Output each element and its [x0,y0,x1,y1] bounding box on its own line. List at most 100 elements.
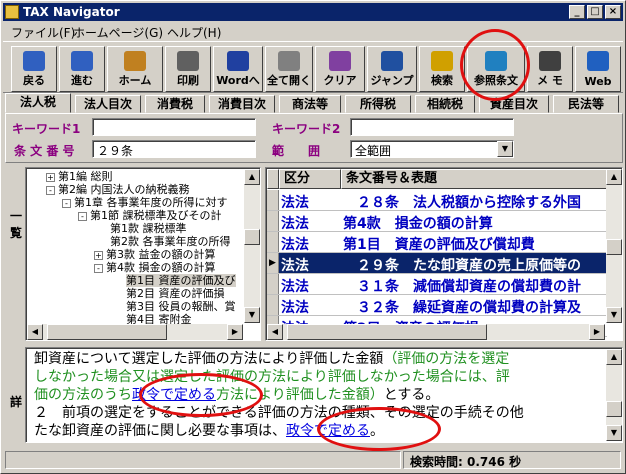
title-bar[interactable]: TAX Navigator _ □ × [3,3,623,21]
scroll-thumb[interactable] [244,229,260,245]
tab-8[interactable]: 資産目次 [479,95,549,113]
memo-icon [539,51,561,71]
grid-column-header[interactable]: 区分 [279,169,341,189]
tree-node[interactable]: 第1目 資産の評価及び [126,274,236,287]
menu-help[interactable]: ヘルプ(H) [167,24,221,41]
tree-node[interactable]: 第1款 課税標準 [110,222,187,235]
home-icon [124,51,146,71]
toolbar-button-printer[interactable]: 印刷 [165,46,211,92]
toolbar-button-web[interactable]: Web [575,46,621,92]
toolbar-button-word[interactable]: Wordへ [213,46,263,92]
search-time: 検索時間: 0.746 秒 [403,451,621,469]
cabinet-order-link[interactable]: 政令で定める [286,423,370,439]
search-panel: キーワード1 条 文 番 号 ２９条 キーワード2 範 囲 全範囲 ▼ [5,113,623,163]
scroll-thumb[interactable] [47,324,167,340]
toolbar-button-home[interactable]: ホーム [107,46,163,92]
toolbar-button-jump[interactable]: ジャンプ [367,46,417,92]
scroll-thumb[interactable] [606,239,622,255]
grid-column-header[interactable]: 条文番号＆表題 [341,169,607,189]
grid-cell-kind: 法法 [281,258,309,274]
grid-row[interactable]: ▶ 法法 ２９条 たな卸資産の売上原価等の [267,253,607,274]
grid-row[interactable]: 法法 第1目 資産の評価及び償却費 [267,232,607,253]
maximize-button[interactable]: □ [587,5,603,19]
scroll-up-icon[interactable]: ▲ [606,349,622,365]
menu-file[interactable]: ファイル(F) [11,24,75,41]
grid-row[interactable]: 法法 第4款 損金の額の計算 [267,211,607,232]
grid-vscrollbar[interactable]: ▲ ▼ [606,169,622,323]
collapse-icon[interactable]: - [78,211,87,221]
article-number-input[interactable]: ２９条 [92,140,256,158]
tree-node[interactable]: 第3目 役員の報酬、賞 [126,300,236,313]
toolbar-button-label: メ モ [537,74,563,87]
scroll-thumb[interactable] [606,401,622,417]
scroll-down-icon[interactable]: ▼ [244,307,260,323]
detail-text: 。 [370,423,384,439]
grid-hscrollbar[interactable]: ◀ ▶ [267,324,605,340]
tree-node[interactable]: 第2款 各事業年度の所得 [110,235,231,248]
menu-homepage[interactable]: ホームページ(G) [73,24,163,41]
collapse-icon[interactable]: - [94,263,103,273]
toolbar-button-clear[interactable]: クリア [315,46,365,92]
detail-note: 方法により評価した金額） [216,387,384,403]
range-select[interactable]: 全範囲 ▼ [350,140,514,158]
scroll-left-icon[interactable]: ◀ [267,324,283,340]
scroll-left-icon[interactable]: ◀ [27,324,43,340]
toolbar-button-search-key[interactable]: 検索 [419,46,465,92]
tab-6[interactable]: 所得税 [345,95,411,113]
expand-icon[interactable]: + [46,172,55,182]
search-key-icon [431,51,453,71]
grid-row[interactable]: 法法 ３２条 繰延資産の償却費の計算及 [267,295,607,316]
tree-node[interactable]: + 第3款 益金の額の計算 [94,248,216,261]
keyword2-input[interactable] [350,118,514,136]
tab-9[interactable]: 民法等 [553,95,619,113]
grid-cell-kind: 法法 [281,216,309,232]
toolbar-button-expand-all[interactable]: 全て開く [265,46,313,92]
scroll-right-icon[interactable]: ▶ [227,324,243,340]
scroll-up-icon[interactable]: ▲ [606,169,622,185]
toolbar-button-arrow-forward[interactable]: 進む [59,46,105,92]
tab-5[interactable]: 商法等 [279,95,341,113]
grid-row[interactable]: 法法 ２８条 法人税額から控除する外国 [267,190,607,211]
tab-4[interactable]: 消費目次 [209,95,275,113]
close-button[interactable]: × [605,5,621,19]
collapse-icon[interactable]: - [62,198,71,208]
toolbar-button-arrow-back[interactable]: 戻る [11,46,57,92]
tree-node-label: 第2款 各事業年度の所得 [110,235,231,248]
toolbar-button-label: 参照条文 [474,74,518,87]
scroll-down-icon[interactable]: ▼ [606,425,622,441]
detail-scrollbar[interactable]: ▲ ▼ [606,349,622,441]
tree-node[interactable]: - 第2編 内国法人の納税義務 [46,183,190,196]
toolbar-button-label: 印刷 [177,74,199,87]
keyword1-input[interactable] [92,118,256,136]
tree-node[interactable]: 第2目 資産の評価損 [126,287,225,300]
tab-3[interactable]: 消費税 [145,95,205,113]
tree-vscrollbar[interactable]: ▲ ▼ [244,169,260,323]
tree-node[interactable]: - 第1節 課税標準及びその計 [78,209,222,222]
arrow-back-icon [23,51,45,71]
row-indicator-icon: ▶ [267,253,279,273]
grid-cell-kind: 法法 [281,195,309,211]
collapse-icon[interactable]: - [46,185,55,195]
tree-node[interactable]: + 第1編 総則 [46,170,113,183]
toolbar-button-reference[interactable]: 参照条文 [467,46,525,92]
tab-7[interactable]: 相続税 [415,95,475,113]
cabinet-order-link[interactable]: 政令で定める [132,387,216,403]
tree-hscrollbar[interactable]: ◀ ▶ [27,324,243,340]
tree-node-label: 第2編 内国法人の納税義務 [58,183,190,196]
scroll-right-icon[interactable]: ▶ [589,324,605,340]
scroll-up-icon[interactable]: ▲ [244,169,260,185]
tree-node[interactable]: - 第1章 各事業年度の所得に対す [62,196,228,209]
web-icon [587,51,609,71]
chevron-down-icon[interactable]: ▼ [497,141,513,157]
minimize-button[interactable]: _ [569,5,585,19]
grid-row[interactable]: 法法 ３１条 減価償却資産の償却費の計 [267,274,607,295]
tree-node[interactable]: - 第4款 損金の額の計算 [94,261,216,274]
tab-1[interactable]: 法人税 [5,93,71,113]
detail-side-label: 詳 [9,395,22,409]
expand-icon[interactable]: + [94,250,103,260]
toolbar-button-memo[interactable]: メ モ [527,46,573,92]
scroll-down-icon[interactable]: ▼ [606,307,622,323]
list-side-label: 一覧 [9,209,22,240]
scroll-thumb[interactable] [287,324,487,340]
tab-2[interactable]: 法人目次 [75,95,141,113]
